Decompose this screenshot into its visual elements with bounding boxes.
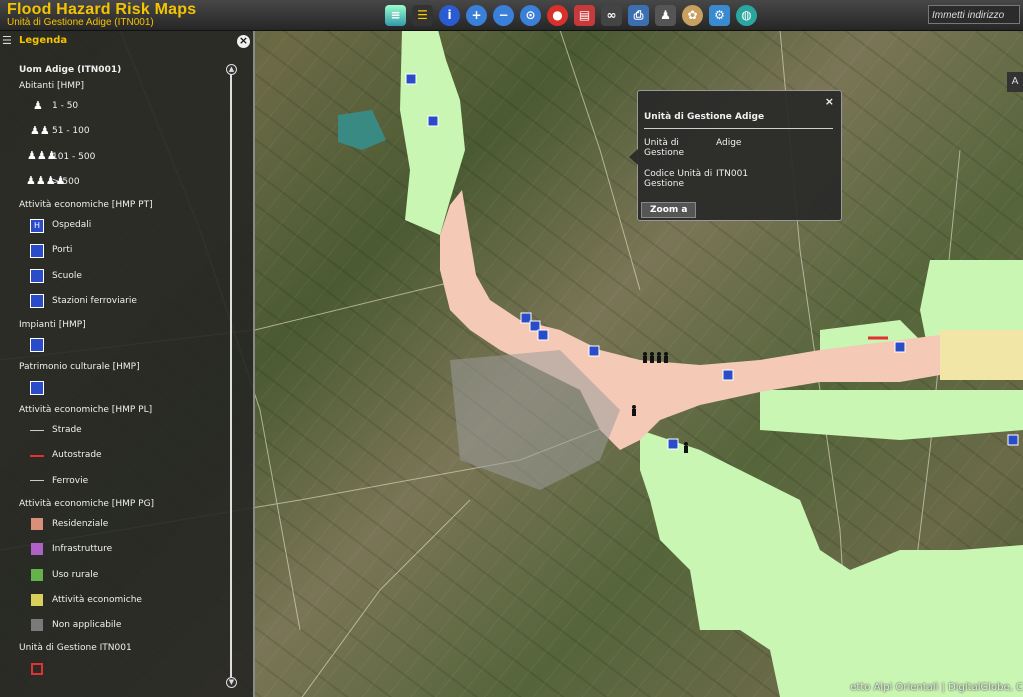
- popup-divider: [644, 128, 833, 129]
- railway-line-symbol: [30, 480, 44, 481]
- legend-header: ☰ Legenda ×: [0, 31, 253, 53]
- popup-title: Unità di Gestione Adige: [644, 112, 765, 122]
- zoom-extent-icon[interactable]: ⊙: [520, 4, 541, 26]
- person-2-icon: ♟♟: [30, 124, 50, 137]
- legend-item: Attività economiche: [52, 595, 142, 605]
- popup-label: Unità di Gestione: [644, 138, 684, 158]
- binoculars-icon[interactable]: ∞: [601, 4, 622, 26]
- rural-swatch: [31, 569, 43, 581]
- economic-swatch: [31, 594, 43, 606]
- legend-item: Ospedali: [52, 220, 92, 230]
- legend-group-abitanti: Abitanti [HMP]: [19, 81, 84, 91]
- plant-icon: [30, 338, 44, 352]
- not-applicable-swatch: [31, 619, 43, 631]
- legend-scrollbar[interactable]: ▲ ▼: [226, 64, 237, 688]
- legend-item: Autostrade: [52, 450, 102, 460]
- person-1-icon: ♟: [33, 99, 43, 112]
- legend-content: Uom Adige (ITN001) Abitanti [HMP] ♟ 1 - …: [0, 59, 232, 691]
- scroll-down-icon[interactable]: ▼: [226, 677, 237, 688]
- print-icon[interactable]: ⎙: [628, 4, 649, 26]
- legend-item: Residenziale: [52, 519, 109, 529]
- legend-section-title: Uom Adige (ITN001): [19, 65, 122, 75]
- popup-value: Adige: [716, 138, 742, 148]
- legend-item: Stazioni ferroviarie: [52, 296, 137, 306]
- info-icon[interactable]: i: [439, 4, 460, 26]
- heritage-icon: [30, 381, 44, 395]
- book-icon[interactable]: ▤: [574, 4, 595, 26]
- toolbar: ≡ ☰ i + − ⊙ ● ▤ ∞ ⎙ ♟ ✿ ⚙ ◍: [385, 4, 757, 26]
- map-attribution: etto Alpi Orientali | DigitalGlobe, C: [850, 682, 1023, 693]
- infrastructure-swatch: [31, 543, 43, 555]
- scroll-up-icon[interactable]: ▲: [226, 64, 237, 75]
- popup-close-button[interactable]: ×: [825, 95, 834, 108]
- train-station-icon: [30, 294, 44, 308]
- port-icon: [30, 244, 44, 258]
- feature-info-popup: × Unità di Gestione Adige Unità di Gesti…: [629, 90, 842, 221]
- legend-item: Non applicabile: [52, 620, 122, 630]
- app-header: Flood Hazard Risk Maps Unità di Gestione…: [0, 0, 1023, 31]
- legend-close-button[interactable]: ×: [237, 35, 250, 48]
- legend-item: 51 - 100: [52, 126, 90, 136]
- legend-item: Uso rurale: [52, 570, 99, 580]
- globe-icon[interactable]: ◍: [736, 4, 757, 26]
- legend-item: 101 - 500: [52, 152, 96, 162]
- legend-item: Ferrovie: [52, 476, 89, 486]
- legend-group-attivita-pl: Attività economiche [HMP PL]: [19, 405, 153, 415]
- palette-icon[interactable]: ✿: [682, 4, 703, 26]
- app-subtitle: Unità di Gestione Adige (ITN001): [7, 17, 154, 28]
- legend-item: Infrastrutture: [52, 544, 113, 554]
- boundary-swatch: [31, 663, 43, 675]
- legend-item: Strade: [52, 425, 82, 435]
- legend-group-unita: Unità di Gestione ITN001: [19, 643, 132, 653]
- hospital-icon: H: [30, 219, 44, 233]
- residential-swatch: [31, 518, 43, 530]
- legend-item: 1 - 50: [52, 101, 79, 111]
- highway-line-symbol: [30, 455, 44, 457]
- settings-icon[interactable]: ⚙: [709, 4, 730, 26]
- legend-title: Legenda: [19, 35, 68, 46]
- zoom-to-button[interactable]: Zoom a: [641, 202, 697, 218]
- layers-icon[interactable]: ≡: [385, 4, 406, 26]
- map-side-button[interactable]: A: [1007, 72, 1023, 92]
- legend-item: Porti: [52, 245, 73, 255]
- popup-value: ITN001: [716, 169, 749, 179]
- school-icon: [30, 269, 44, 283]
- legend-group-impianti: Impianti [HMP]: [19, 320, 86, 330]
- legend-group-attivita-pt: Attività economiche [HMP PT]: [19, 200, 153, 210]
- economic-flood-area: [940, 330, 1023, 380]
- people-icon[interactable]: ♟: [655, 4, 676, 26]
- popup-label: Codice Unità di Gestione: [644, 169, 713, 189]
- zoom-in-icon[interactable]: +: [466, 4, 487, 26]
- legend-panel: ☰ Legenda × Uom Adige (ITN001) Abitanti …: [0, 31, 255, 697]
- legend-group-patrimonio: Patrimonio culturale [HMP]: [19, 362, 140, 372]
- legend-item: Scuole: [52, 271, 82, 281]
- legend-menu-icon[interactable]: ☰: [2, 34, 12, 47]
- scroll-track[interactable]: [230, 72, 232, 680]
- address-search-input[interactable]: Immetti indirizzo: [928, 5, 1020, 24]
- zoom-out-icon[interactable]: −: [493, 4, 514, 26]
- legend-item: > 500: [52, 177, 80, 187]
- list-icon[interactable]: ☰: [412, 4, 433, 26]
- legend-group-attivita-pg: Attività economiche [HMP PG]: [19, 499, 155, 509]
- stop-icon[interactable]: ●: [547, 4, 568, 26]
- road-line-symbol: [30, 430, 44, 431]
